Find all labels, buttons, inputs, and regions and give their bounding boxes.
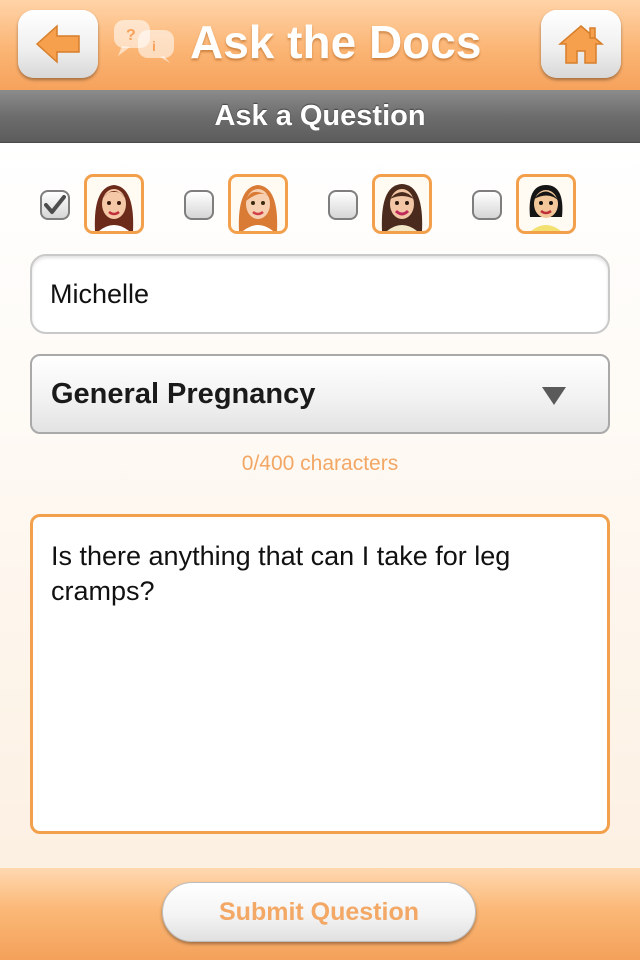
doctor-2-checkbox[interactable] bbox=[184, 190, 214, 220]
arrow-left-icon bbox=[35, 24, 80, 64]
name-input[interactable]: Michelle bbox=[30, 254, 610, 334]
svg-text:?: ? bbox=[126, 27, 136, 44]
home-icon bbox=[558, 25, 604, 64]
chevron-down-icon bbox=[542, 387, 566, 405]
app-title: Ask the Docs bbox=[190, 16, 482, 68]
question-textarea[interactable]: Is there anything that can I take for le… bbox=[30, 514, 610, 834]
checkmark-icon bbox=[44, 195, 66, 214]
doctor-avatar-1[interactable] bbox=[84, 174, 144, 234]
category-select[interactable]: General Pregnancy bbox=[30, 354, 610, 434]
character-counter: 0/400 characters bbox=[241, 452, 399, 475]
doctor-selector bbox=[0, 174, 640, 236]
back-button[interactable] bbox=[18, 10, 98, 78]
svg-text:i: i bbox=[152, 38, 156, 54]
category-select-value: General Pregnancy bbox=[51, 378, 316, 410]
section-title: Ask a Question bbox=[0, 90, 640, 143]
home-button[interactable] bbox=[541, 10, 621, 78]
submit-question-button[interactable]: Submit Question bbox=[162, 882, 476, 942]
doctor-avatar-4[interactable] bbox=[516, 174, 576, 234]
doctor-3-checkbox[interactable] bbox=[328, 190, 358, 220]
doctor-avatar-3[interactable] bbox=[372, 174, 432, 234]
chat-bubbles-icon: ? i bbox=[114, 20, 174, 63]
doctor-4-checkbox[interactable] bbox=[472, 190, 502, 220]
doctor-1-checkbox[interactable] bbox=[40, 190, 70, 220]
doctor-avatar-2[interactable] bbox=[228, 174, 288, 234]
